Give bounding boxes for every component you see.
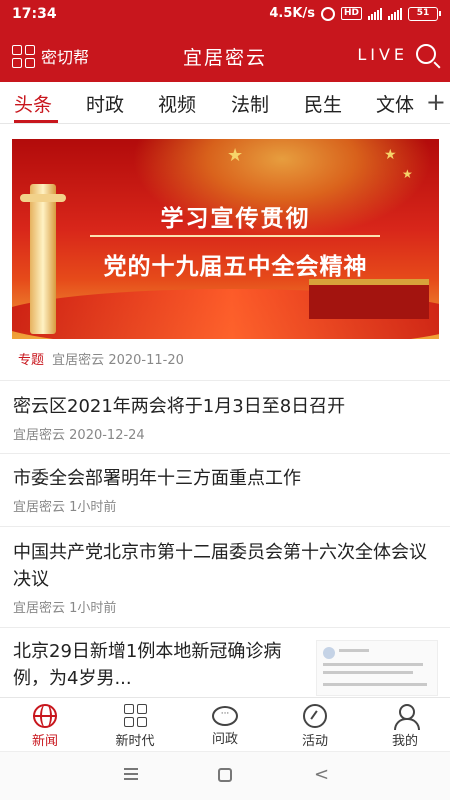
news-title: 密云区2021年两会将于1月3日至8日召开: [13, 396, 346, 417]
star-icon: ★: [384, 147, 397, 163]
system-nav-bar: <: [0, 751, 450, 800]
gauge-icon: [303, 704, 327, 728]
list-item[interactable]: 密云区2021年两会将于1月3日至8日召开 宜居密云 2020-12-24: [13, 393, 438, 443]
banner-headline-1: 学习宣传贯彻: [160, 206, 311, 232]
news-meta: 宜居密云 1小时前: [13, 601, 117, 616]
nav-inquiry[interactable]: ··· 问政: [180, 704, 270, 747]
banner-divider: [90, 235, 380, 237]
signal-icon: [368, 7, 382, 20]
list-item[interactable]: 市委全会部署明年十三方面重点工作 宜居密云 1小时前: [13, 465, 438, 515]
bottom-nav: 新闻 新时代 ··· 问政 活动 我的: [0, 697, 450, 751]
topic-badge: 专题: [18, 353, 45, 368]
home-icon[interactable]: [218, 768, 232, 782]
nav-mine[interactable]: 我的: [360, 704, 450, 749]
news-meta: 宜居密云 2020-12-24: [13, 428, 145, 443]
news-title: 市委全会部署明年十三方面重点工作: [13, 468, 301, 489]
news-meta: 宜居密云 1小时前: [13, 500, 117, 515]
feature-banner[interactable]: ★ ★ ★ 学习宣传贯彻 党的十九届五中全会精神: [12, 139, 439, 339]
tab-culture-sports[interactable]: 文体: [376, 90, 414, 117]
nav-label: 新时代: [115, 734, 155, 749]
live-button[interactable]: LIVE: [357, 45, 408, 64]
hd-icon: HD: [340, 7, 362, 20]
alarm-icon: [320, 6, 335, 21]
nav-label: 活动: [301, 734, 328, 749]
add-channel-icon[interactable]: +: [426, 90, 446, 114]
divider: [0, 627, 450, 628]
nav-label: 新闻: [31, 734, 58, 749]
nav-label: 问政: [211, 732, 238, 747]
network-speed: 4.5K/s: [269, 6, 315, 21]
status-icons: 4.5K/s HD 51: [269, 6, 441, 21]
status-bar: 17:34 4.5K/s HD 51: [0, 0, 450, 30]
battery-icon: 51: [408, 6, 441, 21]
grid-icon: [123, 704, 147, 728]
channel-tabs: 头条 时政 视频 法制 民生 文体 +: [0, 82, 450, 124]
star-icon: ★: [227, 145, 244, 166]
banner-meta: 专题 宜居密云 2020-11-20: [18, 349, 184, 368]
tab-livelihood[interactable]: 民生: [304, 90, 342, 117]
divider: [0, 526, 450, 527]
active-tab-indicator: [14, 120, 58, 123]
divider: [0, 380, 450, 381]
app-bar: 密切帮 宜居密云 LIVE: [0, 30, 450, 82]
news-title: 中国共产党北京市第十二届委员会第十六次全体会议决议: [13, 542, 427, 590]
nav-label: 我的: [391, 734, 418, 749]
person-icon: [393, 704, 420, 730]
search-icon[interactable]: [416, 44, 436, 64]
divider: [0, 453, 450, 454]
tab-headline[interactable]: 头条: [14, 90, 52, 117]
nav-new-era[interactable]: 新时代: [90, 704, 180, 749]
tab-law[interactable]: 法制: [231, 90, 269, 117]
list-item[interactable]: 北京29日新增1例本地新冠确诊病例，为4岁男...: [13, 638, 303, 692]
banner-source: 宜居密云: [52, 353, 105, 368]
star-icon: ★: [402, 167, 413, 181]
news-title: 北京29日新增1例本地新冠确诊病例，为4岁男...: [13, 641, 282, 689]
list-item[interactable]: 中国共产党北京市第十二届委员会第十六次全体会议决议 宜居密云 1小时前: [13, 539, 438, 616]
globe-icon: [33, 704, 57, 728]
back-icon[interactable]: <: [314, 764, 329, 785]
nav-activity[interactable]: 活动: [270, 704, 360, 749]
tab-politics[interactable]: 时政: [86, 90, 124, 117]
tab-video[interactable]: 视频: [158, 90, 196, 117]
chat-bubble-icon: ···: [212, 706, 238, 726]
status-time: 17:34: [12, 6, 57, 22]
banner-headline-2: 党的十九届五中全会精神: [103, 254, 368, 280]
news-thumbnail: [316, 640, 438, 696]
tiananmen-gate-icon: [309, 279, 429, 319]
menu-icon[interactable]: [124, 768, 138, 780]
banner-date: 2020-11-20: [108, 353, 184, 368]
nav-news[interactable]: 新闻: [0, 704, 90, 749]
signal-icon-2: [388, 7, 402, 20]
